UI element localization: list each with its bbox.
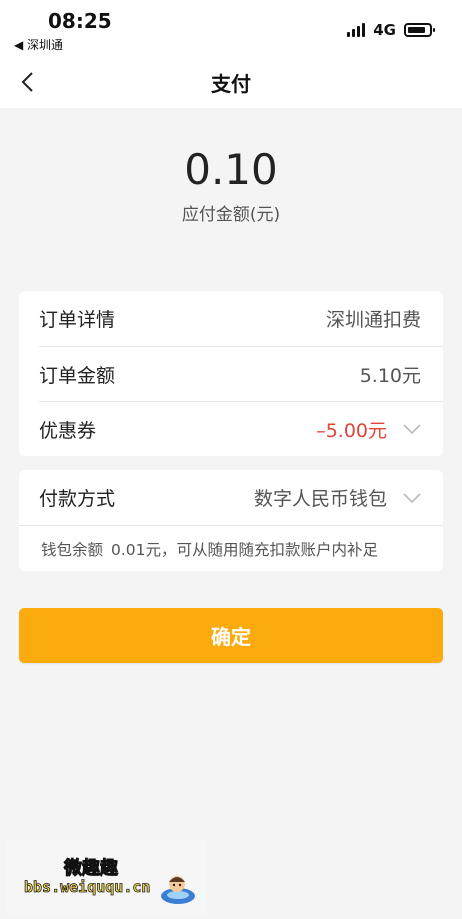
order-detail-value: 深圳通扣费 <box>325 309 421 331</box>
wallet-balance-text: 0.01元，可从随用随充扣款账户内补足 <box>111 540 379 559</box>
status-bar: 08:25 ◀ 深圳通 4G <box>0 0 462 56</box>
watermark: 微趣趣 bbs.weiququ.cn <box>6 840 206 916</box>
battery-icon <box>404 23 435 37</box>
watermark-url: bbs.weiququ.cn <box>24 878 151 897</box>
payment-method-value-wrap: 数字人民币钱包 <box>254 484 421 511</box>
wallet-balance-note: 钱包余额 0.01元，可从随用随充扣款账户内补足 <box>19 525 443 571</box>
order-detail-label: 订单详情 <box>39 309 116 331</box>
wallet-balance-label: 钱包余额 <box>41 540 104 559</box>
order-amount-label: 订单金额 <box>39 364 116 387</box>
signal-icon <box>347 23 366 37</box>
back-to-app-link[interactable]: ◀ 深圳通 <box>14 36 63 53</box>
coupon-row[interactable]: 优惠券 –5.00元 <box>39 401 443 456</box>
nav-bar: 支付 <box>0 56 462 108</box>
coupon-label: 优惠券 <box>39 419 97 442</box>
coupon-value: –5.00元 <box>316 419 387 442</box>
watermark-logo-text: 微趣趣 <box>64 858 119 880</box>
order-amount-value: 5.10元 <box>359 364 421 387</box>
order-amount-row: 订单金额 5.10元 <box>39 346 443 401</box>
order-details-card: 订单详情 深圳通扣费 订单金额 5.10元 优惠券 –5.00元 <box>19 291 443 456</box>
chevron-down-icon <box>403 492 421 503</box>
status-indicators: 4G <box>347 20 435 40</box>
order-detail-row: 订单详情 深圳通扣费 <box>39 291 443 346</box>
network-type: 4G <box>373 21 396 39</box>
chevron-down-icon <box>403 424 421 434</box>
amount-value: 0.10 <box>184 145 278 194</box>
amount-section: 0.10 应付金额(元) <box>0 140 462 225</box>
page-title: 支付 <box>211 72 251 96</box>
coupon-value-wrap: –5.00元 <box>316 416 421 443</box>
payment-method-label: 付款方式 <box>39 488 116 510</box>
payment-method-card: 付款方式 数字人民币钱包 钱包余额 0.01元，可从随用随充扣款账户内补足 <box>19 470 443 571</box>
payment-method-row[interactable]: 付款方式 数字人民币钱包 <box>39 470 443 525</box>
mascot-icon <box>161 876 195 904</box>
status-time: 08:25 <box>48 9 112 33</box>
confirm-button[interactable]: 确定 <box>19 608 443 663</box>
payment-method-value: 数字人民币钱包 <box>253 488 387 510</box>
amount-label: 应付金额(元) <box>181 205 281 225</box>
